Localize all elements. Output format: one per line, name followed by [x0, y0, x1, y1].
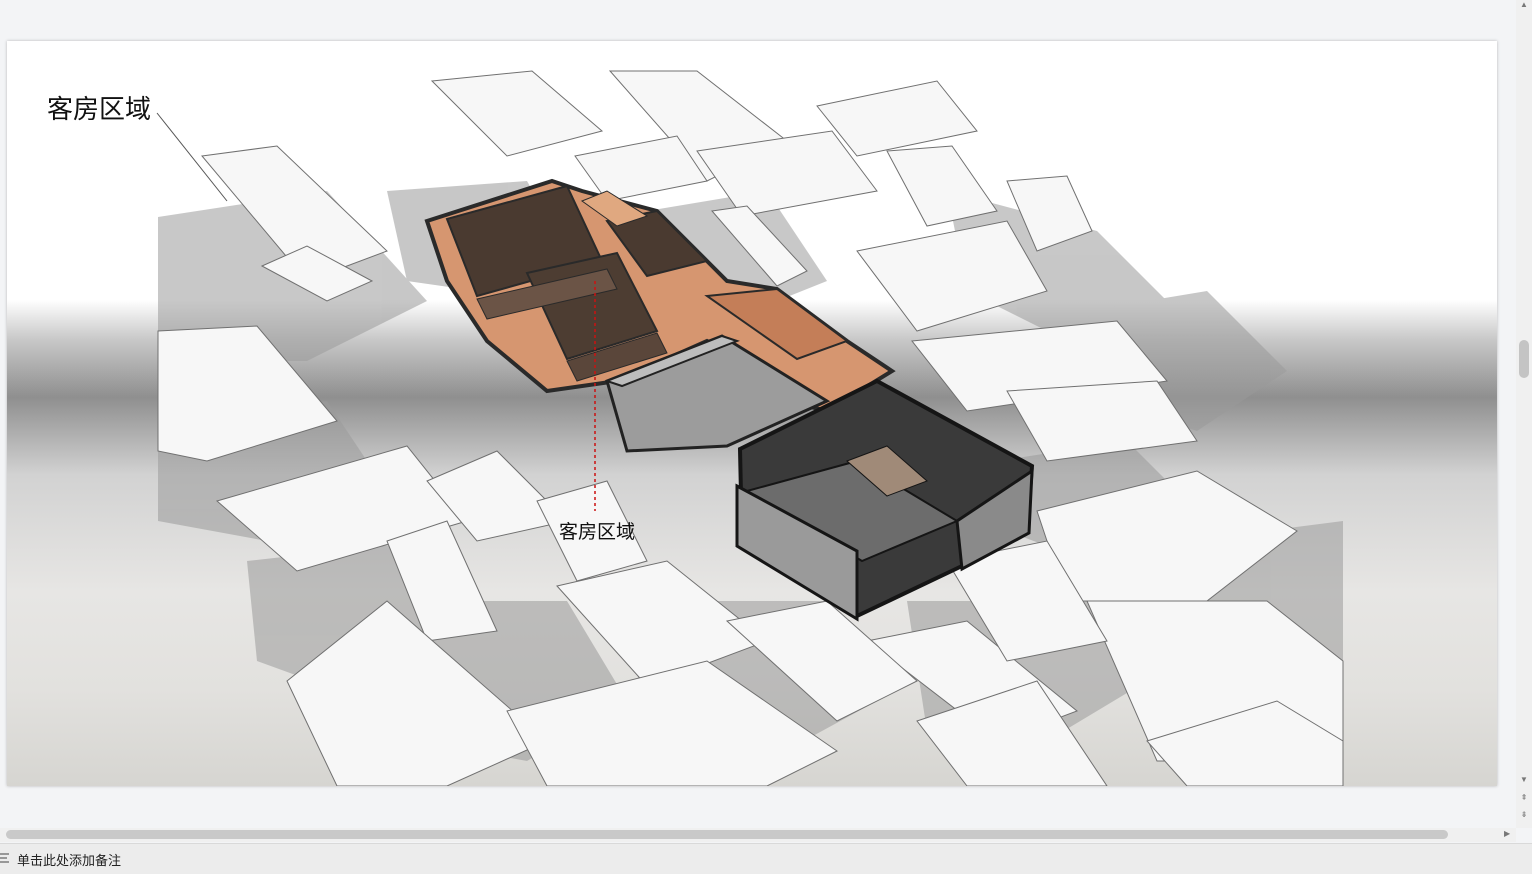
slide-title[interactable]: 客房区域	[47, 89, 151, 126]
scroll-down-arrow-icon[interactable]: ▼	[1520, 775, 1528, 785]
scroll-right-arrow-icon[interactable]: ▶	[1504, 829, 1510, 838]
horizontal-scroll-thumb[interactable]	[6, 830, 1448, 839]
scroll-up-arrow-icon[interactable]: ▲	[1520, 0, 1528, 10]
architecture-3d-model	[156, 70, 1344, 786]
notes-icon	[0, 853, 9, 863]
notes-pane[interactable]: 单击此处添加备注	[0, 843, 1532, 874]
next-slide-icon[interactable]: ⇟	[1520, 810, 1528, 820]
slide-editor-canvas: 客房区域 客房区域	[0, 0, 1516, 828]
horizontal-scrollbar[interactable]: ▶	[0, 828, 1516, 842]
vertical-scroll-thumb[interactable]	[1519, 340, 1529, 378]
notes-placeholder[interactable]: 单击此处添加备注	[17, 850, 121, 869]
previous-slide-icon[interactable]: ⇞	[1520, 793, 1528, 803]
area-label[interactable]: 客房区域	[559, 517, 635, 544]
vertical-scrollbar[interactable]: ▲ ▼ ⇞ ⇟	[1516, 0, 1532, 828]
slide[interactable]: 客房区域 客房区域	[7, 41, 1497, 786]
